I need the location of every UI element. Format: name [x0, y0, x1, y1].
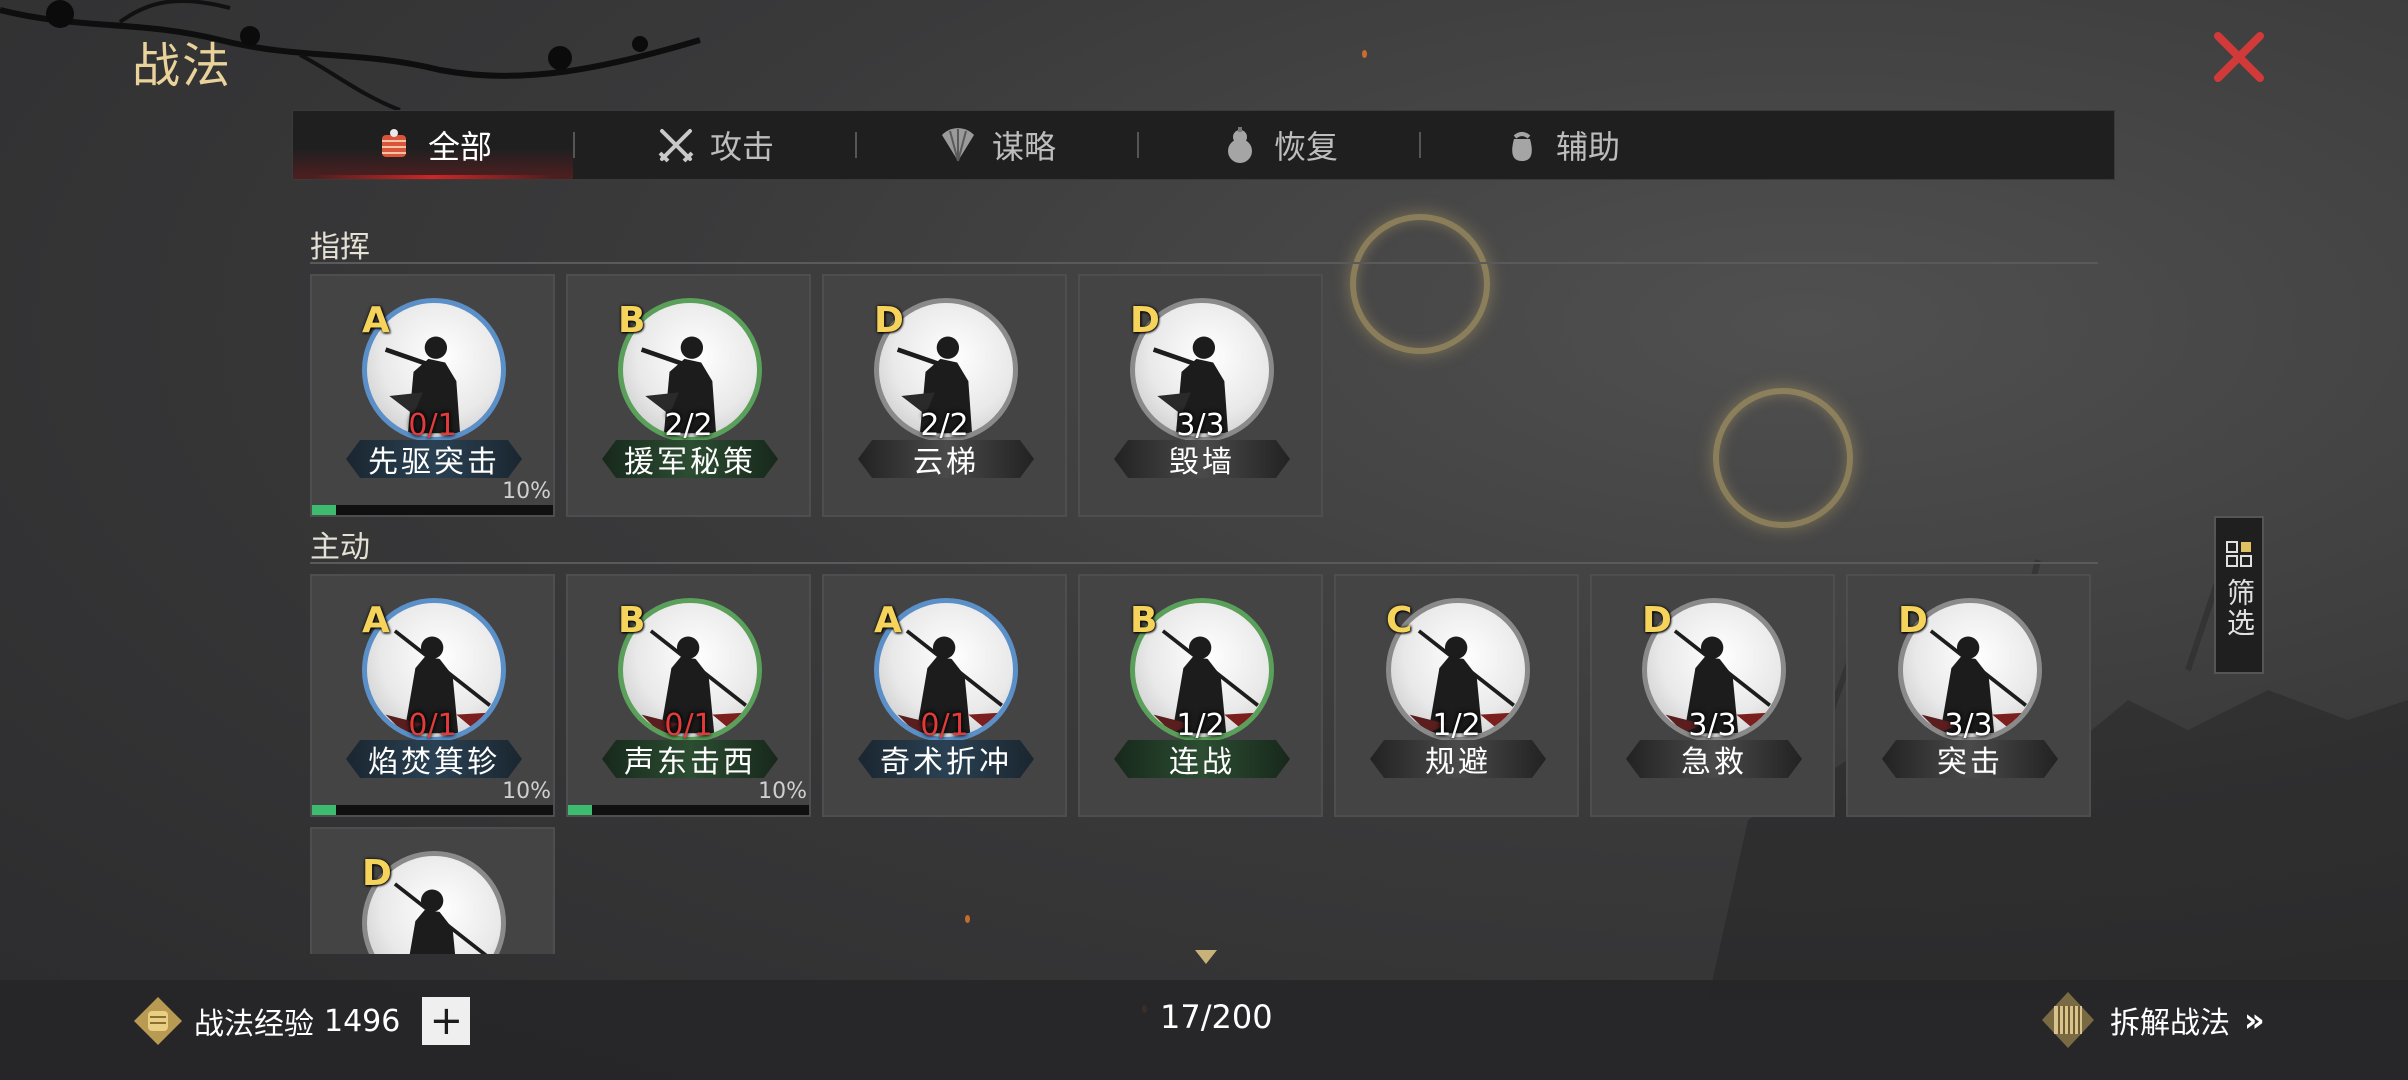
- pouch-icon: [1512, 132, 1532, 161]
- scroll-down-icon: [1195, 950, 1217, 964]
- tactic-card[interactable]: D 3/3 突击: [1846, 574, 2091, 817]
- scroll-emblem-icon: [2042, 992, 2094, 1048]
- section-title-active: 主动: [310, 530, 370, 565]
- owned-count: 1/2: [1432, 708, 1481, 743]
- owned-count: 3/3: [1944, 708, 1993, 743]
- tab-label: 攻击: [709, 128, 774, 166]
- tactic-name: 毁墙: [1114, 440, 1290, 478]
- owned-count: 0/1: [408, 708, 457, 743]
- grade-badge: A: [362, 600, 390, 641]
- add-exp-button[interactable]: +: [422, 997, 471, 1045]
- progress-fill: [312, 505, 337, 515]
- tactic-name: 援军秘策: [602, 440, 778, 478]
- owned-count: 0/1: [664, 708, 713, 743]
- tab-recover[interactable]: 恢复: [1139, 111, 1419, 179]
- grade-badge: D: [874, 300, 904, 341]
- tab-all[interactable]: 全部: [293, 111, 573, 179]
- page-title: 战法: [132, 38, 233, 94]
- category-tabs: 全部 攻击 谋略 恢复 辅助: [292, 110, 2115, 180]
- tactic-name: 焰焚箕轸: [346, 740, 522, 778]
- owned-count: 3/3: [1688, 708, 1737, 743]
- owned-count: 0/1: [408, 408, 457, 443]
- tactic-exp: 战法经验 1496 +: [132, 996, 471, 1046]
- active-tactics-grid: A 0/1 焰焚箕轸 10% B 0/1 声东击西 10% A 0/1 奇术折冲 B 1/2 连战 C 1/2…: [310, 574, 2091, 954]
- bundle-icon: [381, 129, 406, 157]
- tactic-name: 急救: [1626, 740, 1802, 778]
- grade-badge: D: [1642, 600, 1672, 641]
- progress-percent: 10%: [502, 479, 551, 504]
- owned-count: 0/1: [920, 708, 969, 743]
- progress-fill: [568, 805, 593, 815]
- exp-value: 1496: [324, 1003, 401, 1039]
- tactic-name: 突击: [1882, 740, 2058, 778]
- filter-button[interactable]: 筛选: [2214, 516, 2264, 674]
- tactic-card[interactable]: D 3/3 毁墙: [1078, 274, 1323, 517]
- filter-label: 筛选: [2223, 578, 2256, 638]
- crossed-swords-icon: [658, 129, 694, 163]
- tactic-name: 规避: [1370, 740, 1546, 778]
- dismantle-tactics-button[interactable]: 拆解战法 »: [2040, 990, 2265, 1050]
- tactic-name: 先驱突击: [346, 440, 522, 478]
- section-divider: [310, 562, 2098, 564]
- tactic-card[interactable]: A 0/1 奇术折冲: [822, 574, 1067, 817]
- progress-percent: 10%: [758, 779, 807, 804]
- ember-decoration: [1362, 50, 1367, 58]
- tab-assist[interactable]: 辅助: [1421, 111, 1701, 179]
- tactic-card[interactable]: B 1/2 连战: [1078, 574, 1323, 817]
- fan-icon: [941, 128, 974, 162]
- tactic-card[interactable]: D 3/3 急救: [1590, 574, 1835, 817]
- progress-bar: [312, 805, 553, 815]
- grade-badge: D: [1130, 300, 1160, 341]
- exp-label: 战法经验: [194, 1007, 314, 1042]
- fist-emblem-icon: [134, 997, 182, 1045]
- tab-attack[interactable]: 攻击: [575, 111, 855, 179]
- tab-label: 恢复: [1273, 128, 1338, 166]
- tactic-card[interactable]: C 1/2 规避: [1334, 574, 1579, 817]
- tactic-name: 奇术折冲: [858, 740, 1034, 778]
- progress-fill: [312, 805, 337, 815]
- owned-count: 1/2: [1176, 708, 1225, 743]
- tactic-card[interactable]: A 0/1 先驱突击 10%: [310, 274, 555, 517]
- tactic-name: 云梯: [858, 440, 1034, 478]
- section-divider: [310, 262, 2098, 264]
- owned-count: 3/3: [1176, 408, 1225, 443]
- tab-label: 辅助: [1555, 128, 1620, 166]
- tactic-card[interactable]: D: [310, 827, 555, 954]
- progress-bar: [312, 505, 553, 515]
- grade-badge: B: [1130, 600, 1158, 641]
- grade-badge: B: [618, 300, 646, 341]
- gourd-icon: [1227, 127, 1252, 163]
- tactic-card[interactable]: D 2/2 云梯: [822, 274, 1067, 517]
- section-title-command: 指挥: [310, 230, 370, 265]
- tab-label: 谋略: [991, 128, 1056, 166]
- close-icon[interactable]: [2210, 28, 2268, 86]
- owned-count: 2/2: [664, 408, 713, 443]
- progress-bar: [568, 805, 809, 815]
- tactic-card[interactable]: A 0/1 焰焚箕轸 10%: [310, 574, 555, 817]
- grade-badge: A: [874, 600, 902, 641]
- tab-label: 全部: [427, 128, 492, 166]
- tactic-name: 连战: [1114, 740, 1290, 778]
- progress-percent: 10%: [502, 779, 551, 804]
- tactic-name: 声东击西: [602, 740, 778, 778]
- grade-badge: D: [1898, 600, 1928, 641]
- tactic-card[interactable]: B 2/2 援军秘策: [566, 274, 811, 517]
- tactic-card[interactable]: B 0/1 声东击西 10%: [566, 574, 811, 817]
- command-tactics-grid: A 0/1 先驱突击 10% B 2/2 援军秘策 D 2/2 云梯 D 3/3 毁墙: [310, 274, 2091, 517]
- grid-icon: [2226, 541, 2252, 567]
- owned-count: 2/2: [920, 408, 969, 443]
- grade-badge: B: [618, 600, 646, 641]
- tactic-capacity: 17/200: [1160, 998, 1273, 1036]
- grade-badge: C: [1386, 600, 1413, 641]
- grade-badge: A: [362, 300, 390, 341]
- double-chevron-icon: »: [2244, 1001, 2265, 1039]
- grade-badge: D: [362, 853, 392, 894]
- tab-strategy[interactable]: 谋略: [857, 111, 1137, 179]
- dismantle-label: 拆解战法: [2110, 1006, 2230, 1041]
